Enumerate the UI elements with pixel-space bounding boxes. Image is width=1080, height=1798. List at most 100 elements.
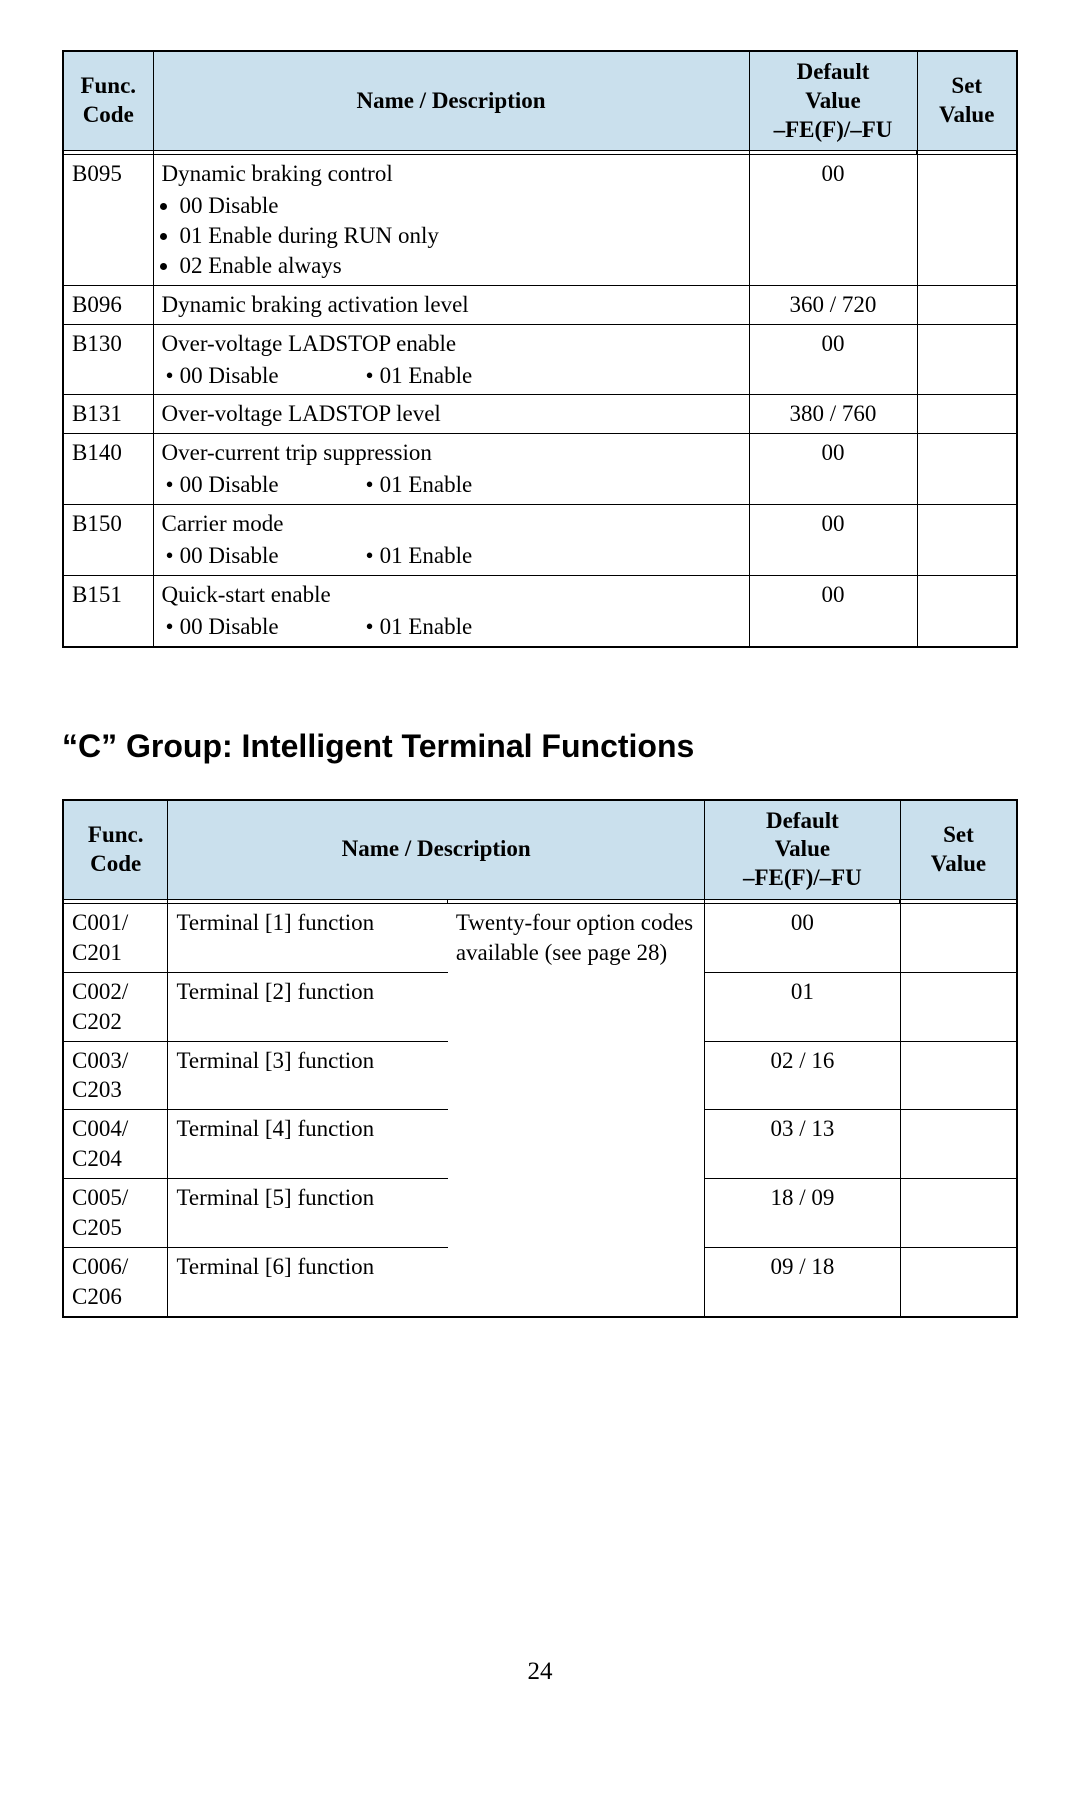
header-text: –FE(F)/–FU [774,117,893,142]
parameter-name-cell: Terminal [5] function [168,1179,448,1248]
option-bullet: 01 Enable [362,612,562,642]
func-code-cell: C003/ C203 [63,1041,168,1110]
default-value-cell: 00 [749,324,917,395]
default-value-cell: 380 / 760 [749,395,917,434]
parameter-table-b: Func. Code Name / Description Default Va… [62,50,1018,648]
set-value-cell [917,575,1017,646]
table-row: B140 Over-current trip suppression 00 Disa… [63,434,1017,505]
default-value-cell: 00 [749,155,917,286]
parameter-name-cell: Terminal [1] function [168,903,448,972]
header-text: Func. [88,822,144,847]
header-text: Value [775,836,830,861]
table-row: B095 Dynamic braking control 00 Disable01 … [63,155,1017,286]
col-header-default: Default Value –FE(F)/–FU [749,51,917,151]
default-value-cell: 18 / 09 [704,1179,900,1248]
option-bullet: 01 Enable [362,361,562,391]
header-text: Default [766,808,839,833]
set-value-cell [900,1247,1017,1316]
header-text: Func. [80,73,136,98]
option-bullet: 01 Enable [362,470,562,500]
func-code-cell: B150 [63,505,153,576]
default-value-cell: 00 [749,434,917,505]
table-row: B150Carrier mode00 Disable01 Enable00 [63,505,1017,576]
header-text: Code [83,102,134,127]
func-code-cell: B131 [63,395,153,434]
parameter-name: Dynamic braking activation level [162,292,469,317]
description-cell: Dynamic braking activation level [153,285,749,324]
func-code-cell: B151 [63,575,153,646]
set-value-cell [917,395,1017,434]
default-value-cell: 360 / 720 [749,285,917,324]
func-code-cell: C002/ C202 [63,972,168,1041]
default-value-cell: 02 / 16 [704,1041,900,1110]
default-value-cell: 00 [704,903,900,972]
set-value-cell [900,972,1017,1041]
parameter-name-cell: Terminal [6] function [168,1247,448,1316]
set-value-cell [917,285,1017,324]
description-cell: Over-voltage LADSTOP level [153,395,749,434]
description-cell: Over-voltage LADSTOP enable 00 Disable01 … [153,324,749,395]
set-value-cell [900,1179,1017,1248]
table-row: B151 Quick-start enable 00 Disable01 Enabl… [63,575,1017,646]
header-text: Set [943,822,974,847]
option-bullet: 00 Disable [162,612,362,642]
func-code-cell: C001/ C201 [63,903,168,972]
col-header-set-value: Set Value [900,800,1017,900]
default-value-cell: 00 [749,505,917,576]
func-code-cell: B096 [63,285,153,324]
parameter-name-cell: Terminal [2] function [168,972,448,1041]
table-row: B130 Over-voltage LADSTOP enable 00 Disabl… [63,324,1017,395]
default-value-cell: 00 [749,575,917,646]
header-text: Value [931,851,986,876]
parameter-name-cell: Terminal [3] function [168,1041,448,1110]
col-header-func-code: Func. Code [63,51,153,151]
parameter-table-c: Func. Code Name / Description Default Va… [62,799,1018,1318]
set-value-cell [900,903,1017,972]
description-cell: Dynamic braking control 00 Disable01 Enab… [153,155,749,286]
set-value-cell [900,1110,1017,1179]
parameter-name-cell: Terminal [4] function [168,1110,448,1179]
option-bullet: 00 Disable [180,191,741,221]
col-header-set-value: Set Value [917,51,1017,151]
default-value-cell: 03 / 13 [704,1110,900,1179]
description-cell: Carrier mode00 Disable01 Enable [153,505,749,576]
option-bullet: 00 Disable [162,541,362,571]
col-header-name-desc: Name / Description [168,800,704,900]
option-bullet: 01 Enable during RUN only [180,221,741,251]
page-number: 24 [62,1658,1018,1686]
shared-option-note: Twenty-four option codes available (see … [448,903,705,1316]
func-code-cell: B140 [63,434,153,505]
func-code-cell: B095 [63,155,153,286]
func-code-cell: C004/ C204 [63,1110,168,1179]
header-text: Value [805,88,860,113]
header-text: Name / Description [356,88,545,113]
table-row: B096 Dynamic braking activation level 360 … [63,285,1017,324]
parameter-name: Carrier mode [162,511,284,536]
option-bullet: 00 Disable [162,470,362,500]
default-value-cell: 01 [704,972,900,1041]
parameter-name: Over-voltage LADSTOP level [162,401,441,426]
header-text: –FE(F)/–FU [743,865,862,890]
description-cell: Quick-start enable 00 Disable01 Enable [153,575,749,646]
func-code-cell: C005/ C205 [63,1179,168,1248]
parameter-name: Over-voltage LADSTOP enable [162,331,457,356]
table-row: B131 Over-voltage LADSTOP level 380 / 760 [63,395,1017,434]
func-code-cell: C006/ C206 [63,1247,168,1316]
parameter-name: Quick-start enable [162,582,331,607]
description-cell: Over-current trip suppression 00 Disable0… [153,434,749,505]
option-bullet: 00 Disable [162,361,362,391]
col-header-name-desc: Name / Description [153,51,749,151]
set-value-cell [900,1041,1017,1110]
header-text: Set [951,73,982,98]
col-header-func-code: Func. Code [63,800,168,900]
set-value-cell [917,155,1017,286]
header-text: Code [90,851,141,876]
header-text: Default [797,59,870,84]
parameter-name: Over-current trip suppression [162,440,432,465]
option-bullet: 02 Enable always [180,251,741,281]
default-value-cell: 09 / 18 [704,1247,900,1316]
table-row: C001/ C201Terminal [1] functionTwenty-fo… [63,903,1017,972]
col-header-default: Default Value –FE(F)/–FU [704,800,900,900]
func-code-cell: B130 [63,324,153,395]
parameter-name: Dynamic braking control [162,161,393,186]
